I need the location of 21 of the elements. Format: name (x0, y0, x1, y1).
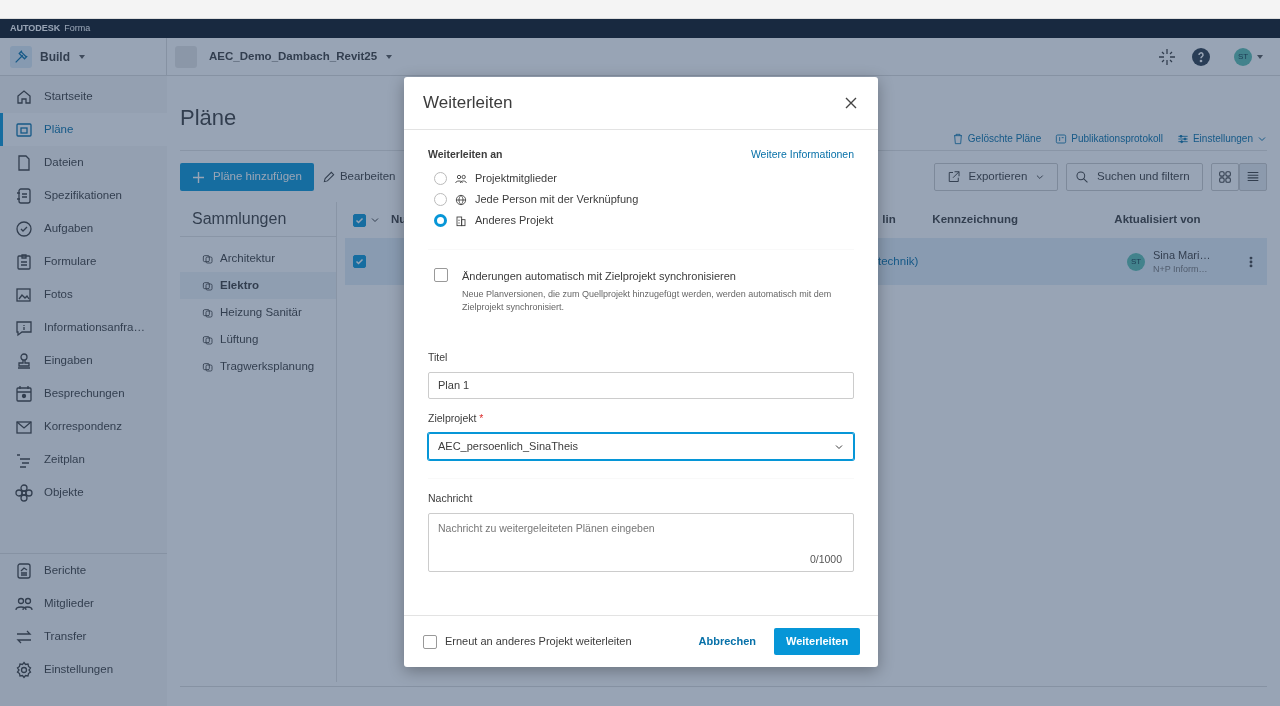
column-header: Aktualisiert von (1114, 212, 1201, 228)
user-company: N+P Inform… (1153, 263, 1209, 276)
user-avatar: ST (1127, 252, 1145, 271)
collections-title: Sammlungen (192, 209, 287, 229)
dialog-title: Weiterleiten (423, 92, 513, 115)
field-label: Titel (428, 350, 448, 363)
page-title: Pläne (180, 105, 237, 130)
brand-logo: AUTODESK Forma (10, 21, 91, 35)
field-label: Nachricht (428, 492, 473, 504)
user-name: Sina Mari… (1153, 247, 1211, 263)
checkbox-label: Erneut an anderes Projekt weiterleiten (445, 634, 632, 650)
option-label: Projektmitglieder (475, 171, 557, 187)
help-text: Neue Planversionen, die zum Quellprojekt hinzugefügt werden, werden automatisch mit dem Zielprojekt synchronisiert. (462, 287, 833, 314)
section-label: Weiterleiten an (428, 147, 503, 163)
checkbox-label: Änderungen automatisch mit Zielprojekt synchronisieren (462, 269, 737, 284)
option-label: Jede Person mit der Verknüpfung (475, 192, 639, 208)
column-header: lin (882, 212, 897, 228)
option-label: Anderes Projekt (475, 213, 554, 229)
character-counter: 0/1000 (809, 551, 842, 567)
column-header: Kennzeichnung (932, 212, 1019, 228)
field-label: Zielprojekt * (428, 411, 484, 424)
